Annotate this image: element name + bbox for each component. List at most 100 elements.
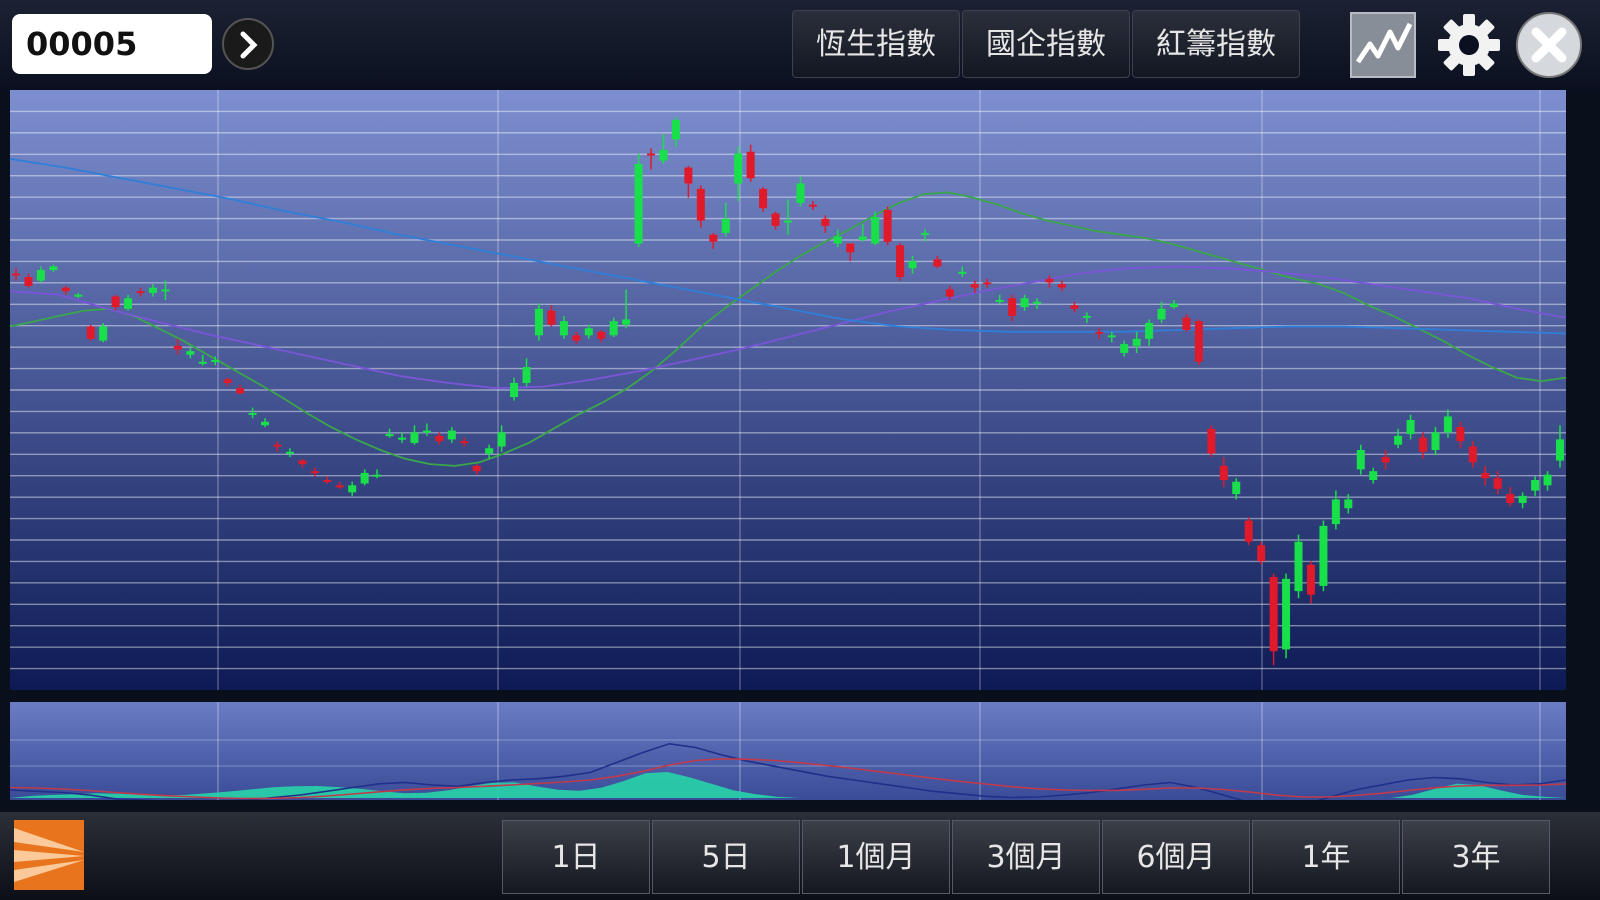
- candle-down: [1207, 428, 1216, 454]
- candle-down: [1419, 437, 1428, 452]
- chart-type-button[interactable]: [1350, 12, 1416, 78]
- candle-up: [1107, 335, 1116, 338]
- candle-up: [1369, 471, 1378, 480]
- candle-down: [1008, 298, 1017, 316]
- candle-up: [784, 220, 792, 223]
- candle-up: [858, 236, 867, 240]
- candle-down: [1182, 317, 1191, 330]
- brand-logo: [14, 820, 84, 890]
- candle-down: [173, 345, 182, 350]
- candle-up: [920, 232, 929, 235]
- candle-down: [12, 273, 20, 276]
- candle-down: [572, 335, 581, 341]
- period-1-day-button[interactable]: 1日: [502, 820, 650, 894]
- candle-up: [1020, 298, 1029, 308]
- candle-up: [1145, 322, 1154, 339]
- red-chips-index-button[interactable]: 紅籌指數: [1132, 10, 1300, 78]
- candle-up: [373, 474, 382, 477]
- candle-up: [634, 164, 643, 244]
- candle-up: [1331, 499, 1340, 525]
- candle-up: [36, 270, 45, 281]
- candle-up: [659, 150, 668, 161]
- period-5-day-button[interactable]: 5日: [652, 820, 800, 894]
- candle-down: [298, 460, 307, 465]
- candle-up: [871, 217, 880, 244]
- candle-down: [323, 480, 332, 482]
- candle-down: [1468, 446, 1477, 463]
- candle-down: [1219, 465, 1228, 480]
- candle-down: [759, 188, 768, 209]
- candle-down: [1257, 545, 1266, 562]
- china-enterprises-index-button[interactable]: 國企指數: [962, 10, 1130, 78]
- candle-up: [1120, 344, 1129, 353]
- brand-logo-icon: [14, 820, 84, 890]
- candle-up: [261, 421, 270, 426]
- candle-up: [1232, 481, 1241, 495]
- candle-down: [933, 259, 942, 267]
- candle-up: [609, 321, 618, 336]
- candle-down: [1456, 427, 1465, 442]
- close-button[interactable]: [1516, 12, 1582, 78]
- candle-up: [671, 120, 680, 140]
- candle-down: [61, 287, 70, 292]
- period-3-month-button[interactable]: 3個月: [952, 820, 1100, 894]
- period-1-year-button[interactable]: 1年: [1252, 820, 1400, 894]
- candle-up: [833, 236, 842, 244]
- candle-down: [597, 331, 606, 339]
- candle-up: [1132, 338, 1141, 346]
- candle-up: [1170, 303, 1178, 308]
- candle-up: [510, 382, 519, 398]
- candle-up: [584, 328, 593, 336]
- line-chart-icon: [1355, 22, 1413, 64]
- candle-up: [1319, 525, 1328, 586]
- candle-down: [1493, 478, 1502, 489]
- candle-down: [472, 465, 481, 472]
- candle-down: [335, 485, 344, 488]
- candle-down: [1381, 457, 1390, 463]
- candle-down: [746, 151, 755, 179]
- stock-code-input[interactable]: [12, 14, 212, 74]
- candle-down: [223, 379, 232, 383]
- candle-down: [1481, 472, 1490, 479]
- candle-down: [709, 234, 718, 242]
- period-3-year-button[interactable]: 3年: [1402, 820, 1550, 894]
- candle-up: [410, 432, 419, 443]
- candle-up: [385, 434, 394, 437]
- go-button[interactable]: [222, 18, 274, 70]
- period-1-month-button[interactable]: 1個月: [802, 820, 950, 894]
- candle-up: [285, 451, 294, 454]
- candle-up: [908, 261, 917, 269]
- candle-up: [1344, 499, 1353, 509]
- hang-seng-index-button[interactable]: 恆生指數: [792, 10, 960, 78]
- candle-down: [24, 277, 33, 286]
- candle-up: [447, 430, 456, 440]
- candle-up: [559, 321, 568, 336]
- candle-up: [161, 289, 170, 292]
- candle-down: [111, 296, 120, 308]
- candle-down: [435, 435, 444, 442]
- candle-down: [273, 444, 282, 447]
- candle-down: [236, 388, 245, 394]
- settings-button[interactable]: [1436, 12, 1502, 78]
- candle-up: [534, 308, 543, 336]
- candle-down: [896, 245, 905, 278]
- candle-down: [1194, 321, 1203, 362]
- period-6-month-button[interactable]: 6個月: [1102, 820, 1250, 894]
- candle-up: [995, 300, 1004, 302]
- candle-up: [1443, 416, 1452, 433]
- candle-down: [1244, 520, 1253, 542]
- candle-up: [148, 287, 157, 293]
- candle-up: [1033, 301, 1042, 304]
- candle-up: [485, 448, 494, 454]
- candle-down: [808, 204, 817, 207]
- stock-chart[interactable]: [0, 90, 1600, 809]
- candle-down: [86, 326, 95, 339]
- candle-up: [796, 183, 805, 203]
- candle-down: [460, 441, 469, 444]
- candle-up: [1556, 439, 1564, 461]
- candle-up: [1157, 308, 1166, 320]
- candle-down: [883, 210, 892, 242]
- candle-down: [547, 310, 556, 325]
- chart-canvas: [9, 90, 1567, 809]
- candle-down: [945, 289, 954, 297]
